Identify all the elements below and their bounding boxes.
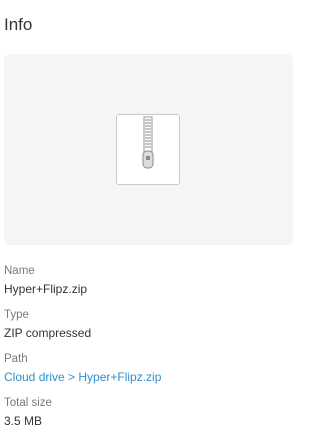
size-value: 3.5 MB	[4, 414, 43, 428]
type-field: Type ZIP compressed	[4, 308, 294, 341]
size-label: Total size	[4, 397, 52, 409]
size-field: Total size 3.5 MB	[4, 396, 294, 429]
type-label: Type	[4, 309, 29, 321]
path-link[interactable]: Cloud drive > Hyper+Flipz.zip	[4, 370, 294, 385]
name-field: Name Hyper+Flipz.zip	[4, 264, 294, 297]
info-panel: Info Name Hyper+Flipz.zip Type ZIP compr…	[0, 0, 298, 437]
path-label: Path	[4, 353, 28, 365]
path-field: Path Cloud drive > Hyper+Flipz.zip	[4, 352, 294, 385]
name-label: Name	[4, 265, 35, 277]
type-value: ZIP compressed	[4, 326, 92, 340]
name-value: Hyper+Flipz.zip	[4, 282, 88, 296]
zip-archive-icon	[116, 114, 180, 185]
file-preview	[4, 54, 293, 245]
panel-title: Info	[4, 15, 33, 34]
